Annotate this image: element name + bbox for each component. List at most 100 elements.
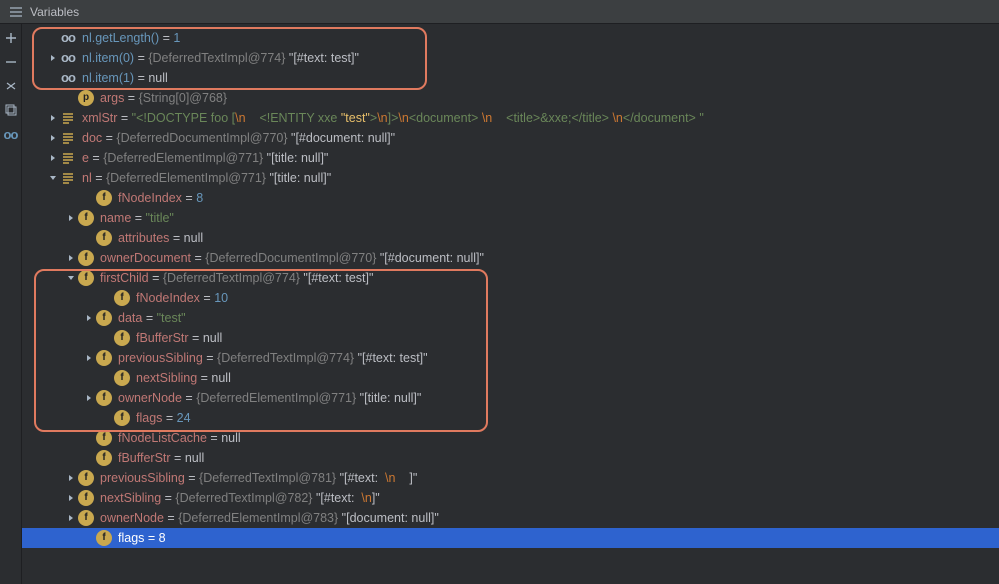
variable-value-segment: = [134,48,148,68]
variable-name: previousSibling [118,348,203,368]
variable-row[interactable]: oonl.item(0) = {DeferredTextImpl@774} "[… [22,48,999,68]
variables-tree[interactable]: oonl.getLength() = 1oonl.item(0) = {Defe… [22,24,999,584]
variable-value-segment: {DeferredElementImpl@783} [178,508,338,528]
chevron-right-icon[interactable] [46,153,60,163]
variable-value-segment: 24 [177,408,191,428]
variable-value-segment: "[title: null]" [356,388,421,408]
variable-row[interactable]: fname = "title" [22,208,999,228]
chevron-right-icon[interactable] [64,473,78,483]
variable-row[interactable]: fownerDocument = {DeferredDocumentImpl@7… [22,248,999,268]
variable-row[interactable]: fnextSibling = {DeferredTextImpl@782} "[… [22,488,999,508]
minus-icon[interactable] [3,54,19,70]
variable-row[interactable]: ffNodeListCache = null [22,428,999,448]
variable-row[interactable]: fflags = 24 [22,408,999,428]
variable-value-segment: = [200,288,214,308]
variable-name: nextSibling [100,488,161,508]
variable-row[interactable]: doc = {DeferredDocumentImpl@770} "[#docu… [22,128,999,148]
variable-row[interactable]: oonl.getLength() = 1 [22,28,999,48]
variable-value-segment: {DeferredTextImpl@781} [199,468,336,488]
variable-value-segment: = [182,388,196,408]
variable-name: nextSibling [136,368,197,388]
variable-name: name [100,208,131,228]
variable-value-segment: = [92,168,106,188]
field-icon: f [114,290,130,306]
variable-row[interactable]: fpreviousSibling = {DeferredTextImpl@774… [22,348,999,368]
variable-value-segment: <document> [409,108,482,128]
variable-value-segment: "[#text: [312,488,361,508]
local-variable-icon [60,170,76,186]
variable-name: doc [82,128,102,148]
chevron-right-icon[interactable] [64,513,78,523]
variable-row[interactable]: fflags = 8 [22,528,999,548]
variable-value-segment: \n [612,108,622,128]
variable-value-segment: \n [361,488,371,508]
variable-row[interactable]: nl = {DeferredElementImpl@771} "[title: … [22,168,999,188]
variable-name: nl.getLength() [82,28,159,48]
variable-value-segment: "[title: null]" [266,168,331,188]
variable-row[interactable]: fattributes = null [22,228,999,248]
variable-name: ownerDocument [100,248,191,268]
variable-name: e [82,148,89,168]
variable-value-segment: \n [377,108,387,128]
variable-value-segment: "[#document: null]" [288,128,396,148]
expand-collapse-icon[interactable] [3,78,19,94]
local-variable-icon [60,150,76,166]
variable-row[interactable]: fnextSibling = null [22,368,999,388]
field-icon: f [78,270,94,286]
chevron-right-icon[interactable] [82,353,96,363]
variable-value-segment: null [211,368,230,388]
variable-name: flags [136,408,162,428]
variable-value-segment: "[#text: test]" [285,48,359,68]
variable-row[interactable]: fownerNode = {DeferredElementImpl@771} "… [22,388,999,408]
field-icon: f [114,370,130,386]
variable-value-segment: {DeferredDocumentImpl@770} [205,248,376,268]
variable-row[interactable]: fpreviousSibling = {DeferredTextImpl@781… [22,468,999,488]
chevron-right-icon[interactable] [46,113,60,123]
field-icon: f [96,430,112,446]
copy-icon[interactable] [3,102,19,118]
variable-row[interactable]: f fNodeIndex = 10 [22,288,999,308]
variable-value-segment: 10 [214,288,228,308]
variable-value-segment: ]" [395,468,417,488]
variable-name: fNodeListCache [118,428,207,448]
variable-value-segment: {DeferredTextImpl@774} [217,348,354,368]
variable-value-segment: = [159,28,173,48]
variable-value-segment: = [203,348,217,368]
variable-value-segment: <title>&xxe;</title> [492,108,612,128]
chevron-right-icon[interactable] [82,313,96,323]
chevron-right-icon[interactable] [64,493,78,503]
variable-value-segment: "test" [157,308,186,328]
variable-row[interactable]: fdata = "test" [22,308,999,328]
gutter-toolbar: oo [0,24,22,584]
plus-icon[interactable] [3,30,19,46]
watch-icon[interactable]: oo [3,126,19,142]
watch-expression-icon: oo [60,70,76,86]
variable-value-segment: ]> [388,108,399,128]
variable-row[interactable]: xmlStr = "<!DOCTYPE foo [\n <!ENTITY xxe… [22,108,999,128]
local-variable-icon [60,130,76,146]
variable-row[interactable]: ffBufferStr = null [22,448,999,468]
variable-row[interactable]: oonl.item(1) = null [22,68,999,88]
chevron-right-icon[interactable] [46,133,60,143]
variable-value-segment: = [134,68,148,88]
variable-row[interactable]: ffNodeIndex = 8 [22,188,999,208]
chevron-right-icon[interactable] [64,253,78,263]
chevron-right-icon[interactable] [46,53,60,63]
chevron-down-icon[interactable] [46,173,60,183]
variable-name: ownerNode [118,388,182,408]
variable-row[interactable]: fownerNode = {DeferredElementImpl@783} "… [22,508,999,528]
chevron-down-icon[interactable] [64,273,78,283]
variable-row[interactable]: pargs = {String[0]@768} [22,88,999,108]
variable-value-segment: \n [235,108,245,128]
hamburger-icon[interactable] [8,4,24,20]
chevron-right-icon[interactable] [82,393,96,403]
variable-row[interactable]: ffBufferStr = null [22,328,999,348]
variable-value-segment: {DeferredTextImpl@774} [148,48,285,68]
variable-value-segment: = [171,448,185,468]
variable-row[interactable]: ffirstChild = {DeferredTextImpl@774} "[#… [22,268,999,288]
variable-name: fNodeIndex [136,288,200,308]
field-icon: f [114,330,130,346]
variable-row[interactable]: e = {DeferredElementImpl@771} "[title: n… [22,148,999,168]
variable-value-segment: \n [398,108,408,128]
chevron-right-icon[interactable] [64,213,78,223]
